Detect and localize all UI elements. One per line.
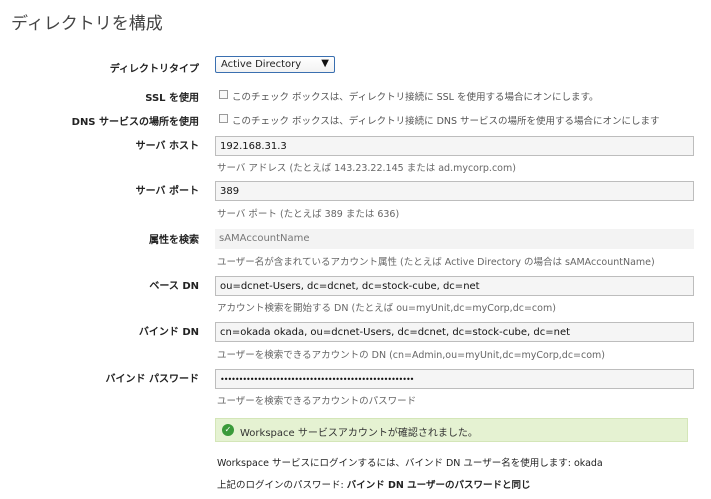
server-host-label: サーバ ホスト xyxy=(135,141,199,152)
ssl-description: このチェック ボックスは、ディレクトリ接続に SSL を使用する場合にオンにしま… xyxy=(232,92,599,103)
check-circle-icon: ✓ xyxy=(222,424,234,436)
search-attribute-label: 属性を検索 xyxy=(149,235,199,246)
bind-password-hint: ユーザーを検索できるアカウントのパスワード xyxy=(217,396,417,407)
directory-type-value: Active Directory xyxy=(221,59,302,70)
password-info-emphasis: バインド DN ユーザーのパスワードと同じ xyxy=(346,480,531,491)
dns-checkbox[interactable] xyxy=(219,114,228,123)
password-info: 上記のログインのパスワード: バインド DN ユーザーのパスワードと同じ xyxy=(217,477,531,491)
server-port-hint: サーバ ポート (たとえば 389 または 636) xyxy=(217,209,400,220)
password-info-prefix: 上記のログインのパスワード: xyxy=(217,480,347,491)
directory-type-select[interactable]: Active Directory ▼ xyxy=(215,56,335,73)
success-banner: ✓ Workspace サービスアカウントが確認されました。 xyxy=(215,418,688,442)
base-dn-label: ベース DN xyxy=(149,281,199,292)
bind-dn-label: バインド DN xyxy=(138,327,199,338)
server-port-label: サーバ ポート xyxy=(135,186,199,197)
bind-password-label: バインド パスワード xyxy=(105,374,199,385)
bind-dn-input[interactable]: cn=okada okada, ou=dcnet-Users, dc=dcnet… xyxy=(215,322,694,342)
page-title: ディレクトリを構成 xyxy=(11,14,163,34)
ssl-label: SSL を使用 xyxy=(145,93,199,104)
search-attribute-value: sAMAccountName xyxy=(215,229,694,249)
directory-type-label: ディレクトリタイプ xyxy=(109,64,199,75)
ssl-checkbox[interactable] xyxy=(219,90,228,99)
dns-label: DNS サービスの場所を使用 xyxy=(71,117,199,128)
triangle-down-icon: ▼ xyxy=(321,58,329,69)
server-port-input[interactable]: 389 xyxy=(215,181,694,201)
server-host-input[interactable]: 192.168.31.3 xyxy=(215,136,694,156)
base-dn-input[interactable]: ou=dcnet-Users, dc=dcnet, dc=stock-cube,… xyxy=(215,276,694,296)
configure-directory-page: ディレクトリを構成 ディレクトリタイプ Active Directory ▼ S… xyxy=(0,0,711,499)
bind-dn-hint: ユーザーを検索できるアカウントの DN (cn=Admin,ou=myUnit,… xyxy=(217,350,606,361)
success-message: Workspace サービスアカウントが確認されました。 xyxy=(240,428,478,439)
server-host-hint: サーバ アドレス (たとえば 143.23.22.145 または ad.myco… xyxy=(217,163,516,174)
bind-password-input[interactable]: ••••••••••••••••••••••••••••••••••••••••… xyxy=(215,369,694,389)
base-dn-hint: アカウント検索を開始する DN (たとえば ou=myUnit,dc=myCor… xyxy=(217,303,556,314)
dns-description: このチェック ボックスは、ディレクトリ接続に DNS サービスの場所を使用する場… xyxy=(232,116,660,127)
login-info: Workspace サービスにログインするには、バインド DN ユーザー名を使用… xyxy=(217,458,603,469)
search-attribute-hint: ユーザー名が含まれているアカウント属性 (たとえば Active Directo… xyxy=(217,257,655,268)
